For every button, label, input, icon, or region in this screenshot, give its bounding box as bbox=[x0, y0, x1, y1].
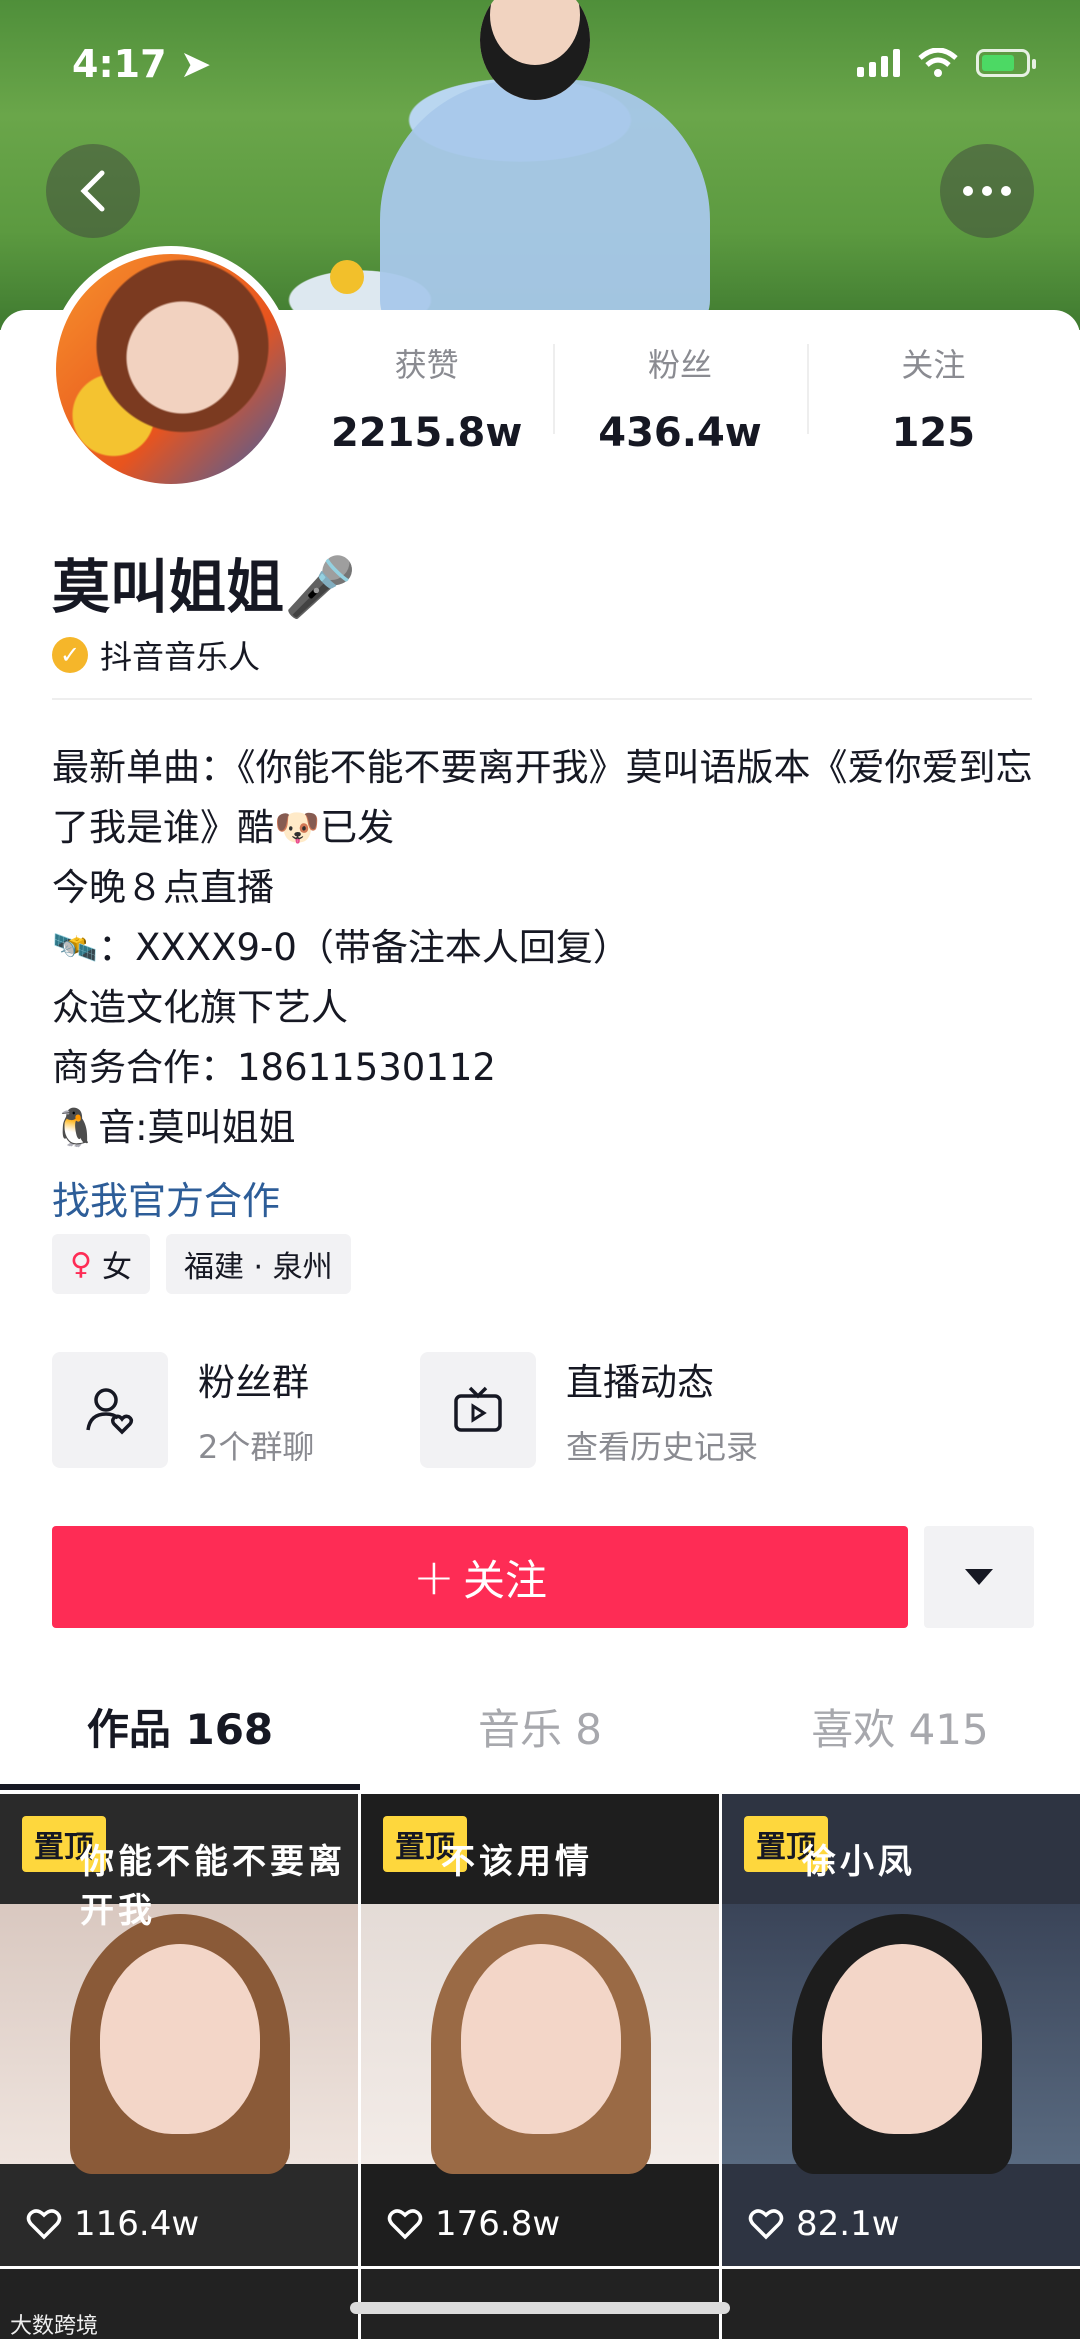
live-history-entry[interactable]: 直播动态 查看历史记录 bbox=[420, 1352, 758, 1468]
likes-count: 116.4w bbox=[74, 2204, 200, 2244]
fan-group-icon bbox=[52, 1352, 168, 1468]
verified-label: 抖音音乐人 bbox=[100, 638, 261, 676]
stat-label: 关注 bbox=[901, 346, 966, 384]
battery-icon bbox=[976, 49, 1036, 77]
avatar[interactable] bbox=[48, 246, 294, 492]
quick-subtitle: 查看历史记录 bbox=[566, 1428, 759, 1466]
video-thumbnail[interactable]: 置顶 你能不能不要离开我 116.4w bbox=[0, 1794, 358, 2266]
likes-count: 176.8w bbox=[435, 2204, 561, 2244]
tag-label: 女 bbox=[101, 1250, 132, 1285]
profile-name: 莫叫姐姐🎤 bbox=[52, 553, 357, 621]
bio-line: 🐧音:莫叫姐姐 bbox=[52, 1106, 296, 1149]
verified-badge: ✓ 抖音音乐人 bbox=[52, 632, 260, 678]
signal-icon bbox=[857, 49, 900, 77]
tag-label: 福建 · 泉州 bbox=[183, 1250, 333, 1285]
caret-down-icon bbox=[965, 1569, 993, 1585]
status-bar: 4:17 ➤ bbox=[0, 0, 1080, 130]
home-indicator[interactable] bbox=[350, 2302, 730, 2314]
stat-value: 436.4w bbox=[598, 410, 762, 456]
tab-works[interactable]: 作品 168 bbox=[0, 1690, 360, 1790]
video-figure-face bbox=[822, 1944, 982, 2134]
video-likes: 116.4w bbox=[26, 2204, 199, 2244]
video-grid: 置顶 你能不能不要离开我 116.4w 置顶 不该用情 176.8w 置顶 徐小… bbox=[0, 1794, 1080, 2266]
follow-label: 关注 bbox=[462, 1555, 547, 1605]
active-tab-indicator bbox=[0, 1784, 360, 1790]
bio: 最新单曲：《你能不能不要离开我》莫叫语版本《爱你爱到忘了我是谁》酷🐶已发 今晚８… bbox=[52, 738, 1042, 1158]
gender-tag: ♀ 女 bbox=[52, 1234, 150, 1294]
follow-button[interactable]: + 关注 bbox=[52, 1526, 908, 1628]
likes-count: 82.1w bbox=[796, 2204, 900, 2244]
bio-line: 众造文化旗下艺人 bbox=[52, 986, 348, 1029]
location-tag: 福建 · 泉州 bbox=[165, 1234, 351, 1294]
video-thumbnail[interactable]: 置顶 不该用情 176.8w bbox=[361, 1794, 719, 2266]
quick-title: 粉丝群 bbox=[198, 1361, 309, 1404]
stat-likes[interactable]: 获赞 2215.8w bbox=[300, 340, 553, 456]
heart-icon bbox=[387, 2209, 423, 2240]
tab-likes[interactable]: 喜欢 415 bbox=[720, 1690, 1080, 1790]
female-icon: ♀ bbox=[70, 1246, 92, 1282]
stats-row: 获赞 2215.8w 粉丝 436.4w 关注 125 bbox=[300, 340, 1060, 456]
video-likes: 176.8w bbox=[387, 2204, 560, 2244]
more-button[interactable] bbox=[940, 144, 1034, 238]
video-thumbnail[interactable] bbox=[722, 2269, 1080, 2339]
bio-line: 商务合作：18611530112 bbox=[52, 1046, 496, 1089]
tv-icon bbox=[420, 1352, 536, 1468]
tab-music[interactable]: 音乐 8 bbox=[360, 1690, 720, 1790]
bio-line: 🛰️：XXXX9-0（带备注本人回复） bbox=[52, 926, 630, 969]
quick-subtitle: 2个群聊 bbox=[198, 1428, 315, 1466]
wifi-icon bbox=[918, 48, 958, 77]
more-dots-icon bbox=[963, 186, 1011, 196]
heart-icon bbox=[748, 2209, 784, 2240]
video-figure-face bbox=[100, 1944, 260, 2134]
video-caption: 你能不能不要离开我 bbox=[80, 1842, 346, 1931]
quick-title: 直播动态 bbox=[566, 1361, 714, 1404]
fan-group-entry[interactable]: 粉丝群 2个群聊 bbox=[52, 1352, 314, 1468]
stat-label: 粉丝 bbox=[647, 346, 712, 384]
content-tabs: 作品 168 音乐 8 喜欢 415 bbox=[0, 1690, 1080, 1790]
stat-fans[interactable]: 粉丝 436.4w bbox=[553, 340, 806, 456]
stat-value: 2215.8w bbox=[331, 410, 523, 456]
video-caption: 徐小凤 bbox=[802, 1842, 916, 1882]
watermark: 大数跨境 bbox=[10, 2314, 99, 2339]
cover-flower bbox=[330, 260, 364, 294]
stat-following[interactable]: 关注 125 bbox=[806, 340, 1060, 456]
location-arrow-icon: ➤ bbox=[179, 42, 212, 86]
video-thumbnail[interactable]: 置顶 徐小凤 82.1w bbox=[722, 1794, 1080, 2266]
stat-label: 获赞 bbox=[394, 346, 459, 384]
profile-tags: ♀ 女 福建 · 泉州 bbox=[52, 1234, 351, 1294]
bio-line: 今晚８点直播 bbox=[52, 866, 274, 909]
video-figure-face bbox=[461, 1944, 621, 2134]
status-time: 4:17 ➤ bbox=[72, 42, 212, 86]
official-cooperation-link[interactable]: 找我官方合作 bbox=[52, 1170, 280, 1225]
bio-line: 最新单曲：《你能不能不要离开我》莫叫语版本《爱你爱到忘了我是谁》酷🐶已发 bbox=[52, 746, 1033, 849]
video-likes: 82.1w bbox=[748, 2204, 900, 2244]
plus-icon: + bbox=[413, 1548, 455, 1606]
stat-value: 125 bbox=[891, 410, 976, 456]
verified-check-icon: ✓ bbox=[52, 637, 88, 673]
video-caption: 不该用情 bbox=[441, 1842, 593, 1882]
divider bbox=[52, 698, 1032, 700]
heart-icon bbox=[26, 2209, 62, 2240]
back-button[interactable] bbox=[46, 144, 140, 238]
chevron-left-icon bbox=[80, 170, 105, 212]
more-options-dropdown[interactable] bbox=[924, 1526, 1034, 1628]
